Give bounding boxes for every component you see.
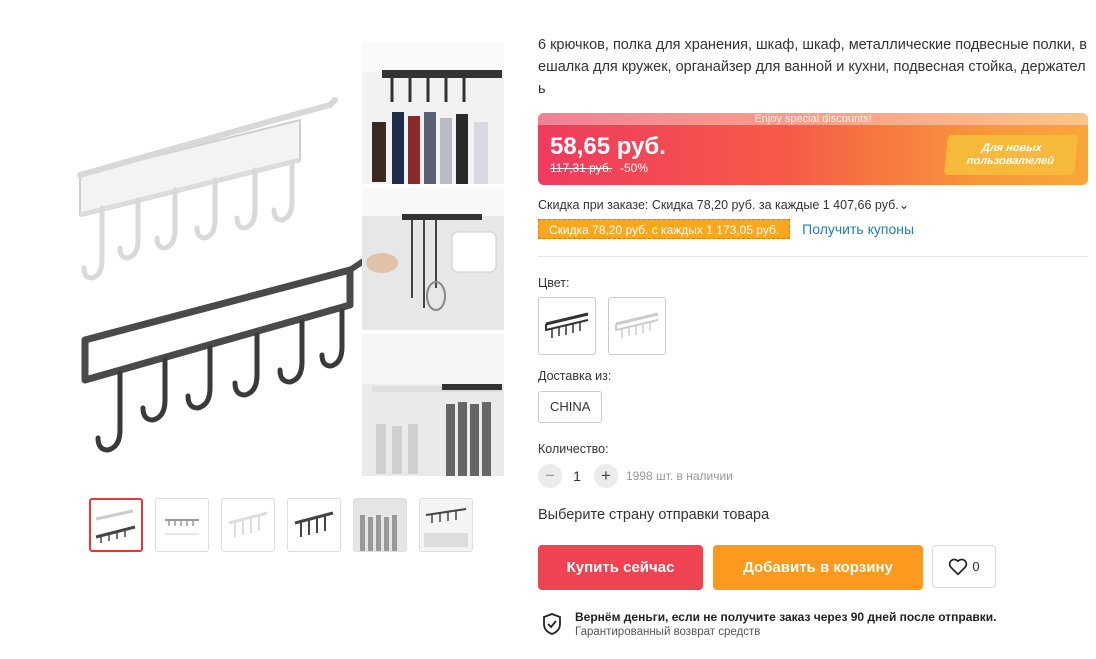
coupon-row: Скидка 78,20 руб. с каждых 1 173,05 руб.… — [538, 219, 914, 239]
order-discount-text: Скидка при заказе: Скидка 78,20 руб. за … — [538, 198, 899, 212]
stock-count: 1998 шт. в наличии — [626, 469, 733, 483]
new-user-badge: Для новых пользователей — [943, 135, 1079, 175]
thumbnail-6[interactable] — [419, 498, 473, 552]
color-option-black[interactable] — [538, 297, 596, 355]
color-label: Цвет: — [538, 276, 570, 290]
thumbnail-4[interactable] — [287, 498, 341, 552]
order-discount-info[interactable]: Скидка при заказе: Скидка 78,20 руб. за … — [538, 197, 909, 212]
divider — [538, 256, 1088, 257]
usage-photo-kitchen — [362, 188, 504, 330]
shield-check-icon — [543, 613, 561, 635]
white-hanger-rack-icon — [615, 312, 659, 338]
usage-photo-ties — [362, 42, 504, 184]
promo-banner-text: Enjoy special discounts! — [538, 113, 1088, 125]
thumbnail-2[interactable] — [155, 498, 209, 552]
guarantee-title: Вернём деньги, если не получите заказ че… — [575, 610, 997, 624]
thumbnail-5[interactable] — [353, 498, 407, 552]
get-coupons-link[interactable]: Получить купоны — [802, 221, 914, 237]
black-rack-illustration — [81, 257, 368, 453]
wishlist-count: 0 — [972, 559, 980, 574]
quantity-decrease-button[interactable]: − — [538, 464, 562, 488]
buy-now-button[interactable]: Купить сейчас — [538, 545, 703, 590]
thumbnail-3[interactable] — [221, 498, 275, 552]
quantity-value[interactable]: 1 — [565, 468, 589, 484]
black-hanger-rack-icon — [545, 312, 589, 338]
coupon-tag: Скидка 78,20 руб. с каждых 1 173,05 руб. — [538, 219, 791, 239]
thumbnail-strip — [89, 498, 473, 552]
quantity-increase-button[interactable]: + — [594, 464, 618, 488]
wishlist-button[interactable]: 0 — [932, 545, 996, 588]
product-title: 6 крючков, полка для хранения, шкаф, шка… — [538, 37, 1087, 97]
buyer-protection: Вернём деньги, если не получите заказ че… — [541, 610, 997, 638]
quantity-label: Количество: — [538, 442, 609, 456]
color-option-white[interactable] — [608, 297, 666, 355]
heart-icon — [949, 558, 968, 575]
original-price: 117,31 руб. — [550, 161, 613, 175]
ship-from-label: Доставка из: — [538, 369, 612, 383]
price-banner: Enjoy special discounts! 58,65 руб. 117,… — [538, 113, 1088, 185]
guarantee-subtitle: Гарантированный возврат средств — [575, 626, 761, 638]
add-to-cart-button[interactable]: Добавить в корзину — [713, 545, 923, 590]
thumbnail-1[interactable] — [89, 498, 143, 552]
chevron-down-icon: ⌄ — [898, 198, 910, 212]
ship-from-option[interactable]: CHINA — [538, 391, 603, 423]
current-price: 58,65 руб. — [550, 133, 666, 160]
usage-photo-belts — [362, 334, 504, 476]
choose-country-text: Выберите страну отправки товара — [538, 507, 770, 523]
discount-percent: -50% — [620, 161, 649, 175]
